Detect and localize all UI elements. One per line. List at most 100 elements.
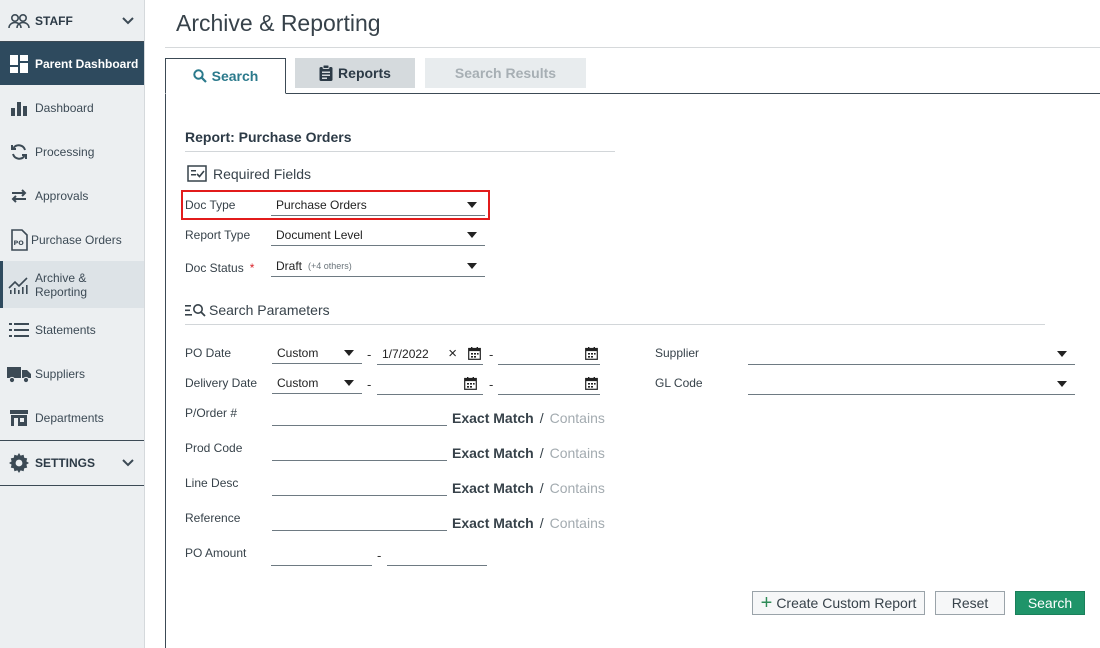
exact-match-option[interactable]: Exact Match [452, 515, 534, 531]
caret-down-icon [467, 232, 477, 238]
select-value: Draft [276, 258, 303, 273]
porder-match-toggle: Exact Match / Contains [452, 410, 605, 426]
select-value: Document Level [276, 227, 363, 242]
po-amount-from-input[interactable] [271, 544, 372, 566]
exact-match-option[interactable]: Exact Match [452, 480, 534, 496]
porder-label: P/Order # [185, 406, 238, 420]
report-title: Report: Purchase Orders [185, 129, 352, 145]
line-desc-input[interactable] [272, 474, 447, 496]
line-desc-match-toggle: Exact Match / Contains [452, 480, 605, 496]
match-separator: / [539, 410, 544, 426]
sidebar-item-parent-dashboard[interactable]: Parent Dashboard [0, 42, 144, 85]
contains-option[interactable]: Contains [550, 410, 605, 426]
page-title: Archive & Reporting [176, 10, 381, 36]
search-parameters-divider [185, 324, 1045, 325]
select-extra-count: (+4 others) [308, 260, 352, 271]
dashboard-grid-icon [7, 53, 31, 75]
tabs-divider [165, 93, 1100, 94]
calendar-icon[interactable] [464, 377, 477, 393]
tab-reports[interactable]: Reports [295, 58, 415, 88]
chevron-down-icon [122, 456, 134, 470]
sidebar-item-label: Dashboard [35, 101, 94, 115]
reset-button[interactable]: Reset [935, 591, 1005, 615]
clear-icon[interactable]: × [448, 345, 457, 362]
match-separator: / [539, 445, 544, 461]
exact-match-option[interactable]: Exact Match [452, 445, 534, 461]
tab-search[interactable]: Search [165, 58, 286, 94]
button-label: Reset [951, 595, 989, 611]
sidebar-item-approvals[interactable]: Approvals [0, 174, 144, 218]
tab-search-results[interactable]: Search Results [425, 58, 586, 88]
tab-label: Search Results [454, 65, 557, 81]
sidebar-item-statements[interactable]: Statements [0, 308, 144, 352]
supplier-select[interactable] [748, 343, 1075, 365]
sidebar-item-purchase-orders[interactable]: PO Purchase Orders [0, 218, 144, 261]
filter-search-icon [185, 303, 207, 317]
contains-option[interactable]: Contains [550, 445, 605, 461]
reference-label: Reference [185, 511, 241, 525]
content-border [165, 93, 166, 648]
select-value: Purchase Orders [276, 197, 367, 212]
doc-status-label-text: Doc Status [185, 261, 244, 275]
calendar-icon[interactable] [585, 377, 598, 393]
list-icon [7, 319, 31, 341]
exact-match-option[interactable]: Exact Match [452, 410, 534, 426]
porder-input[interactable] [272, 404, 447, 426]
sidebar-section-label: STAFF [35, 13, 73, 28]
required-fields-heading: Required Fields [187, 165, 311, 182]
clipboard-icon [319, 65, 333, 81]
calendar-icon[interactable] [468, 347, 481, 363]
delivery-date-to-input[interactable] [498, 373, 600, 395]
section-title: Required Fields [213, 165, 312, 182]
sidebar-item-label: Archive & [35, 270, 87, 285]
contains-option[interactable]: Contains [550, 480, 605, 496]
tab-label: Search [211, 68, 259, 84]
sidebar-section-settings[interactable]: SETTINGS [0, 440, 144, 486]
prod-code-input[interactable] [272, 439, 447, 461]
checklist-icon [187, 165, 207, 182]
reference-match-toggle: Exact Match / Contains [452, 515, 605, 531]
chevron-down-icon [122, 14, 134, 28]
sidebar-item-processing[interactable]: Processing [0, 130, 144, 174]
users-icon [7, 10, 31, 32]
delivery-date-mode-select[interactable]: Custom [272, 372, 362, 394]
report-title-divider [185, 151, 615, 152]
sidebar-item-dashboard[interactable]: Dashboard [0, 86, 144, 130]
tab-label: Reports [338, 65, 391, 81]
line-desc-label: Line Desc [185, 476, 239, 490]
po-date-from-input[interactable]: 1/7/2022 × [377, 343, 483, 365]
section-title: Search Parameters [209, 302, 330, 318]
swap-arrows-icon [7, 185, 31, 207]
sidebar-section-staff[interactable]: STAFF [0, 0, 144, 42]
report-type-label: Report Type [185, 228, 251, 242]
sidebar-section-label: SETTINGS [35, 456, 96, 470]
doc-status-select[interactable]: Draft (+4 others) [271, 255, 485, 277]
match-separator: / [539, 480, 544, 496]
po-amount-to-input[interactable] [387, 544, 487, 566]
trend-chart-icon [7, 274, 31, 296]
search-button[interactable]: Search [1015, 591, 1085, 615]
create-custom-report-button[interactable]: + Create Custom Report [752, 591, 925, 615]
po-date-mode-select[interactable]: Custom [272, 342, 362, 364]
calendar-icon[interactable] [585, 347, 598, 363]
po-date-to-input[interactable] [498, 343, 600, 365]
search-parameters-heading: Search Parameters [185, 302, 330, 318]
sidebar-item-label: Processing [35, 145, 95, 159]
caret-down-icon [467, 202, 477, 208]
sidebar-item-suppliers[interactable]: Suppliers [0, 352, 144, 396]
sidebar-item-label: Suppliers [35, 367, 86, 381]
truck-icon [7, 363, 31, 385]
doc-type-select[interactable]: Purchase Orders [271, 194, 485, 216]
delivery-date-label: Delivery Date [185, 376, 258, 390]
sidebar: STAFF Parent Dashboard Dashboard Process… [0, 0, 145, 648]
delivery-date-from-input[interactable] [377, 373, 483, 395]
gl-code-select[interactable] [748, 373, 1075, 395]
report-type-select[interactable]: Document Level [271, 224, 485, 246]
reference-input[interactable] [272, 509, 447, 531]
select-value: Custom [277, 375, 319, 390]
sidebar-item-departments[interactable]: Departments [0, 396, 144, 440]
contains-option[interactable]: Contains [550, 515, 605, 531]
gl-code-label: GL Code [655, 376, 703, 390]
po-amount-label: PO Amount [185, 546, 247, 560]
sidebar-item-archive-reporting[interactable]: Archive & Reporting [0, 261, 144, 308]
